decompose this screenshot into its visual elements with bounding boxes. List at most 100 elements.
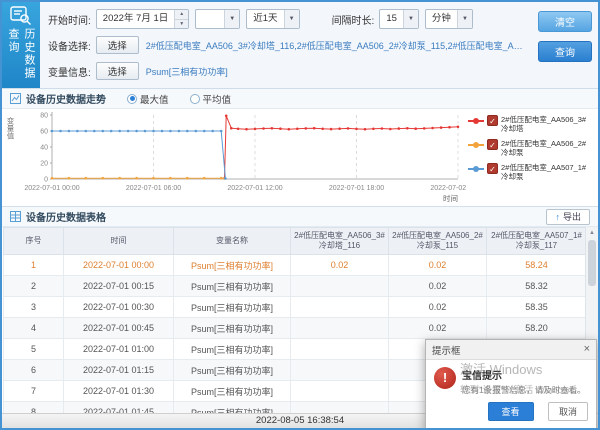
table-row[interactable]: 12022-07-01 00:00Psum[三相有功功率]0.020.0258.… [4, 255, 587, 276]
table-cell: 58.20 [487, 318, 587, 339]
trend-title: 设备历史数据走势 [26, 91, 106, 106]
app-window: 历史数据查询 开始时间: 2022年 7月 1日 ▲▼ ▼ 近1天 ▼ 间隔时长… [0, 0, 600, 430]
scroll-up-icon[interactable]: ▲ [589, 227, 595, 239]
time-range-select[interactable]: 近1天 ▼ [246, 9, 299, 29]
column-header: 序号 [4, 228, 64, 255]
table-cell: 0.02 [389, 276, 487, 297]
alert-dialog-titlebar: 提示框 × [426, 340, 596, 360]
interval-unit-value: 分钟 [426, 10, 457, 28]
table-section-header: 设备历史数据表格 ↑ 导出 [2, 207, 598, 227]
legend-checkbox[interactable]: ✓ [487, 115, 498, 126]
radio-max-label: 最大值 [140, 92, 169, 106]
variable-value: Psum[三相有功功率] [146, 65, 524, 78]
table-cell [291, 339, 389, 360]
page-title: 历史数据查询 [5, 28, 37, 88]
legend-item[interactable]: ✓2#低压配电室_AA507_1#冷却泵 [468, 163, 596, 182]
table-cell: Psum[三相有功功率] [174, 360, 291, 381]
form-row-variable: 变量信息: 选择 Psum[三相有功功率] [48, 59, 524, 83]
alert-dialog-actions: 查看 取消 [426, 399, 596, 429]
radio-unselected-icon [190, 94, 200, 104]
table-cell: 2022-07-01 00:45 [64, 318, 174, 339]
chart-legend: ✓2#低压配电室_AA506_3#冷却塔✓2#低压配电室_AA506_2#冷却泵… [468, 109, 596, 206]
legend-label: 2#低压配电室_AA507_1#冷却泵 [501, 163, 593, 182]
table-row[interactable]: 32022-07-01 00:30Psum[三相有功功率]0.0258.35 [4, 297, 587, 318]
alert-message: 您有1条报警信息，请及时查看。 [462, 385, 586, 396]
view-button[interactable]: 查看 [488, 402, 534, 421]
radio-avg-value[interactable]: 平均值 [190, 92, 232, 106]
series-sample-icon [468, 117, 484, 126]
legend-item[interactable]: ✓2#低压配电室_AA506_3#冷却塔 [468, 115, 596, 134]
legend-label: 2#低压配电室_AA506_3#冷却塔 [501, 115, 593, 134]
svg-text:2022-07-01 00:00: 2022-07-01 00:00 [24, 185, 79, 192]
svg-text:60: 60 [40, 129, 48, 136]
svg-text:2022-07-01 06:00: 2022-07-01 06:00 [126, 185, 181, 192]
form-row-time: 开始时间: 2022年 7月 1日 ▲▼ ▼ 近1天 ▼ 间隔时长: 15 ▼ [48, 7, 524, 31]
trend-line-chart: 2022-07-01 00:00 2022-07-01 06:00 2022-07-… [16, 109, 468, 204]
table-cell: 1 [4, 255, 64, 276]
variable-select-button[interactable]: 选择 [96, 62, 139, 80]
close-icon[interactable]: × [584, 344, 590, 355]
table-cell: 0.02 [291, 255, 389, 276]
scrollbar-thumb[interactable] [588, 240, 596, 286]
query-button[interactable]: 查询 [538, 41, 592, 62]
table-row[interactable]: 22022-07-01 00:15Psum[三相有功功率]0.0258.32 [4, 276, 587, 297]
table-row[interactable]: 42022-07-01 00:45Psum[三相有功功率]0.0258.20 [4, 318, 587, 339]
column-header: 2#低压配电室_AA506_3#冷却塔_116 [291, 228, 389, 255]
device-select-button[interactable]: 选择 [96, 36, 139, 54]
header-actions: 清空 查询 [528, 2, 598, 88]
table-cell: 4 [4, 318, 64, 339]
table-cell: 58.24 [487, 255, 587, 276]
table-cell [291, 276, 389, 297]
history-query-icon [8, 6, 34, 26]
table-cell [291, 318, 389, 339]
chevron-down-icon: ▼ [224, 10, 239, 28]
svg-text:0: 0 [44, 177, 48, 184]
date-value: 2022年 7月 1日 [97, 10, 174, 28]
svg-text:40: 40 [40, 145, 48, 152]
radio-avg-label: 平均值 [203, 92, 232, 106]
alert-icon: ! [434, 367, 456, 389]
trend-section: 设备历史数据走势 最大值 平均值 变量值 2022-07-01 00:00202… [2, 89, 598, 207]
column-header: 时间 [64, 228, 174, 255]
interval-value-select[interactable]: 15 ▼ [379, 9, 419, 29]
svg-text:2022-07-01 12:00: 2022-07-01 12:00 [227, 185, 282, 192]
y-axis-label: 变量值 [5, 117, 16, 206]
table-cell: 58.32 [487, 276, 587, 297]
alert-dialog: 提示框 × ! 宝信提示 您有1条报警信息，请及时查看。 查看 取消 [425, 339, 597, 430]
trend-chart-area: 变量值 2022-07-01 00:002022-07-01 06:002022… [2, 109, 598, 206]
date-input[interactable]: 2022年 7月 1日 ▲▼ [96, 9, 189, 29]
alert-heading: 宝信提示 [462, 367, 586, 382]
table-cell: 58.35 [487, 297, 587, 318]
date-spinner[interactable]: ▲▼ [174, 10, 188, 28]
time-of-day-select[interactable]: ▼ [195, 9, 240, 29]
sidebar: 历史数据查询 [2, 2, 40, 88]
radio-max-value[interactable]: 最大值 [127, 92, 169, 106]
legend-item[interactable]: ✓2#低压配电室_AA506_2#冷却泵 [468, 139, 596, 158]
column-header: 2#低压配电室_AA506_2#冷却泵_115 [389, 228, 487, 255]
table-cell [291, 360, 389, 381]
table-cell [291, 381, 389, 402]
chevron-down-icon: ▼ [457, 10, 472, 28]
cancel-button[interactable]: 取消 [548, 402, 588, 421]
svg-text:时间: 时间 [443, 193, 458, 203]
export-button[interactable]: ↑ 导出 [546, 209, 590, 225]
export-icon: ↑ [555, 212, 560, 222]
variable-label: 变量信息: [48, 64, 91, 79]
column-header: 变量名称 [174, 228, 291, 255]
legend-checkbox[interactable]: ✓ [487, 163, 498, 174]
clear-button[interactable]: 清空 [538, 11, 592, 32]
start-time-label: 开始时间: [48, 12, 91, 27]
table-cell: 2022-07-01 00:00 [64, 255, 174, 276]
form-row-device: 设备选择: 选择 2#低压配电室_AA506_3#冷却塔_116,2#低压配电室… [48, 33, 524, 57]
table-cell: 0.02 [389, 318, 487, 339]
spinner-down-icon[interactable]: ▼ [175, 19, 188, 29]
table-cell: 0.02 [389, 297, 487, 318]
table-cell: 2022-07-01 00:30 [64, 297, 174, 318]
spinner-up-icon[interactable]: ▲ [175, 10, 188, 19]
interval-unit-select[interactable]: 分钟 ▼ [425, 9, 473, 29]
interval-value: 15 [380, 10, 403, 28]
legend-checkbox[interactable]: ✓ [487, 139, 498, 150]
device-value: 2#低压配电室_AA506_3#冷却塔_116,2#低压配电室_AA506_2#… [146, 39, 524, 52]
export-label: 导出 [563, 210, 581, 223]
table-cell: 2022-07-01 01:00 [64, 339, 174, 360]
